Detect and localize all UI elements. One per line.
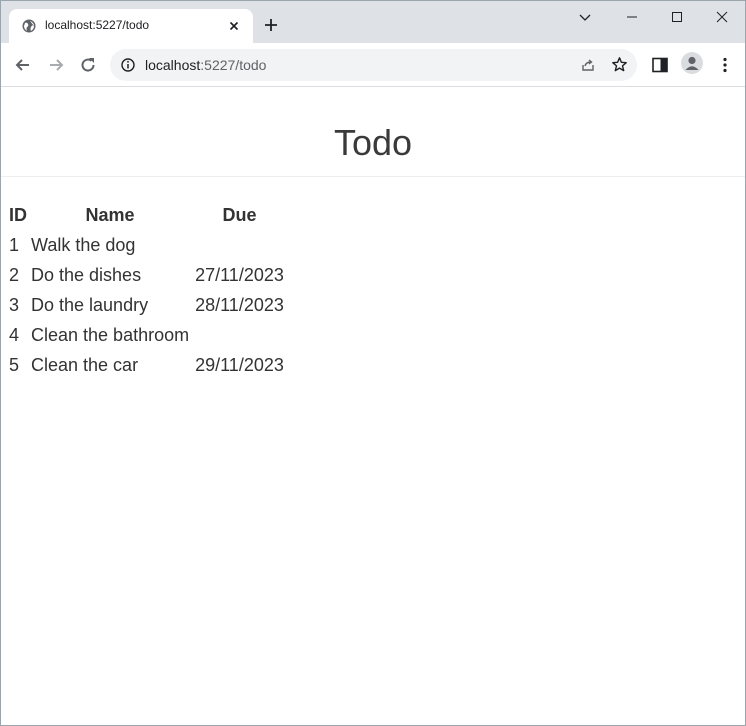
info-icon[interactable] <box>120 57 136 73</box>
tab-todo[interactable]: localhost:5227/todo <box>9 9 253 43</box>
table-row: 3 Do the laundry 28/11/2023 <box>6 290 286 320</box>
chevron-down-icon <box>579 14 591 21</box>
star-icon[interactable] <box>611 56 628 73</box>
table-row: 2 Do the dishes 27/11/2023 <box>6 260 286 290</box>
side-panel-icon[interactable] <box>650 55 670 75</box>
page-content: Todo ID Name Due 1 Walk the dog 2 Do the… <box>1 87 745 725</box>
cell-name: Clean the car <box>31 354 139 375</box>
cell-due: 28/11/2023 <box>195 294 284 315</box>
cell-id: 5 <box>9 354 20 375</box>
cell-name: Clean the bathroom <box>31 324 190 345</box>
tab-strip: localhost:5227/todo <box>1 1 745 43</box>
more-vertical-icon[interactable] <box>715 55 735 75</box>
divider <box>1 176 745 177</box>
forward-arrow-icon[interactable] <box>46 55 66 75</box>
cell-name: Walk the dog <box>31 234 136 255</box>
share-icon[interactable] <box>580 57 596 73</box>
table-header-row: ID Name Due <box>6 200 286 230</box>
close-icon[interactable] <box>227 19 241 33</box>
cell-name: Do the laundry <box>31 294 149 315</box>
table-row: 5 Clean the car 29/11/2023 <box>6 350 286 380</box>
cell-due: 27/11/2023 <box>195 264 284 285</box>
cell-name: Do the dishes <box>31 264 142 285</box>
address-bar[interactable]: localhost:5227/todo <box>110 49 637 81</box>
close-window-button[interactable] <box>700 1 744 33</box>
reload-icon[interactable] <box>78 55 98 75</box>
person-icon <box>685 56 699 70</box>
cell-id: 2 <box>9 264 20 285</box>
minimize-icon <box>627 16 637 18</box>
url-text[interactable]: localhost:5227/todo <box>145 57 266 73</box>
tab-title: localhost:5227/todo <box>45 18 150 32</box>
header-due: Due <box>222 204 257 225</box>
cell-id: 4 <box>9 324 20 345</box>
table-row: 4 Clean the bathroom <box>6 320 286 350</box>
header-name: Name <box>85 204 135 225</box>
maximize-icon <box>672 12 682 22</box>
table-row: 1 Walk the dog <box>6 230 286 260</box>
minimize-button[interactable] <box>610 1 654 33</box>
cell-id: 1 <box>9 234 20 255</box>
plus-icon[interactable] <box>260 14 282 36</box>
cell-id: 3 <box>9 294 20 315</box>
browser-window: localhost:5227/todo localhost:5227/todo … <box>0 0 746 726</box>
header-id: ID <box>9 204 27 225</box>
maximize-button[interactable] <box>655 1 699 33</box>
tab-search-button[interactable] <box>563 1 607 33</box>
cell-due <box>193 320 286 350</box>
close-icon <box>716 11 728 23</box>
todo-table: ID Name Due 1 Walk the dog 2 Do the dish… <box>6 200 286 380</box>
globe-icon <box>22 19 36 33</box>
url-host: localhost <box>145 57 201 73</box>
browser-toolbar: localhost:5227/todo <box>1 43 745 87</box>
back-arrow-icon[interactable] <box>13 55 33 75</box>
profile-icon[interactable] <box>681 52 703 74</box>
page-title: Todo <box>333 122 413 163</box>
cell-due: 29/11/2023 <box>195 354 284 375</box>
url-path: :5227/todo <box>200 57 267 73</box>
cell-due <box>193 230 286 260</box>
